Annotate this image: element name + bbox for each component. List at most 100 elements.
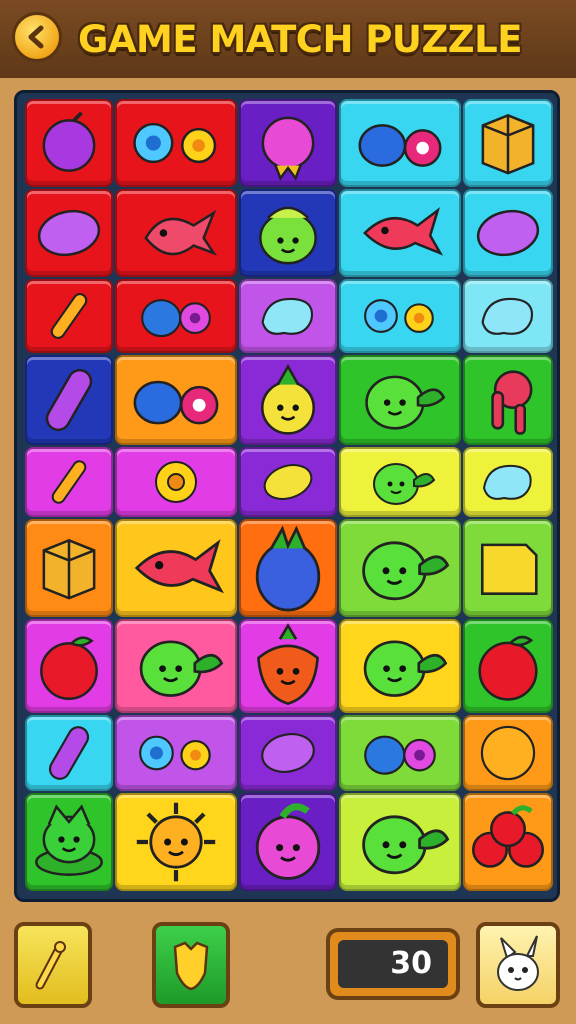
- tile-r6-c1[interactable]: [25, 519, 113, 617]
- leaf-blob-icon: [261, 297, 313, 335]
- tile-r6-c5[interactable]: [463, 519, 553, 617]
- score-display: 30: [326, 928, 460, 1000]
- capsule-icon: [48, 726, 90, 780]
- tile-r8-c4[interactable]: [339, 715, 461, 791]
- tile-r3-c5[interactable]: [463, 279, 553, 353]
- tile-r9-c3[interactable]: [239, 793, 337, 891]
- leaf-blob-icon: [482, 464, 532, 500]
- tile-r3-c4[interactable]: [339, 279, 461, 353]
- shuffle-button[interactable]: [152, 922, 230, 1008]
- fish-icon: [134, 539, 225, 594]
- berry-spiky-icon: [261, 116, 315, 181]
- bunny-icon: [497, 935, 539, 991]
- tile-r1-c3[interactable]: [239, 99, 337, 187]
- tile-r9-c5[interactable]: [463, 793, 553, 891]
- cherries-icon: [472, 805, 544, 868]
- fruit-pair-icon: [358, 124, 442, 167]
- bird-face-icon: [362, 815, 450, 875]
- hint-button[interactable]: [14, 922, 92, 1008]
- tile-r7-c1[interactable]: [25, 619, 113, 713]
- box-icon: [481, 543, 538, 595]
- tile-r5-c5[interactable]: [463, 447, 553, 517]
- tile-r2-c3[interactable]: [239, 189, 337, 277]
- tile-r8-c1[interactable]: [25, 715, 113, 791]
- flower-icon: [155, 461, 197, 503]
- score-value: 30: [338, 940, 448, 988]
- tile-r6-c3[interactable]: [239, 519, 337, 617]
- stick-icon: [51, 460, 87, 504]
- tile-r1-c5[interactable]: [463, 99, 553, 187]
- turnip-face-icon: [259, 206, 317, 265]
- pineapple-face-icon: [261, 363, 315, 435]
- crate-icon: [481, 113, 535, 175]
- flowers-pair-icon: [139, 735, 211, 771]
- tile-r3-c2[interactable]: [115, 279, 237, 353]
- back-arrow-icon: [28, 25, 44, 49]
- bird-face-icon: [373, 463, 436, 505]
- bird-face-icon: [139, 640, 224, 697]
- tile-r7-c3[interactable]: [239, 619, 337, 713]
- flowers-pair-icon: [133, 122, 217, 164]
- tile-r3-c1[interactable]: [25, 279, 113, 353]
- apple-icon: [40, 636, 98, 700]
- fruit-pair-icon: [133, 380, 219, 425]
- plum-icon: [42, 111, 96, 172]
- mascot-button[interactable]: [476, 922, 560, 1008]
- tile-r1-c4[interactable]: [339, 99, 461, 187]
- fruit-flower-icon: [141, 299, 211, 338]
- pineapple-icon: [255, 525, 321, 612]
- tile-r8-c2[interactable]: [115, 715, 237, 791]
- flowers-pair-icon: [364, 299, 434, 333]
- tile-r5-c3[interactable]: [239, 447, 337, 517]
- tile-r7-c4[interactable]: [339, 619, 461, 713]
- tile-r3-c3[interactable]: [239, 279, 337, 353]
- tile-r4-c4[interactable]: [339, 355, 461, 445]
- tile-r5-c4[interactable]: [339, 447, 461, 517]
- mushroom-icon: [491, 370, 533, 435]
- tile-r1-c2[interactable]: [115, 99, 237, 187]
- bird-face-icon: [365, 375, 446, 430]
- bean-icon: [261, 733, 315, 773]
- tile-r9-c4[interactable]: [339, 793, 461, 891]
- tile-r8-c5[interactable]: [463, 715, 553, 791]
- bean-icon: [37, 209, 101, 257]
- bean-icon: [476, 209, 540, 257]
- tile-r1-c1[interactable]: [25, 99, 113, 187]
- tile-r2-c2[interactable]: [115, 189, 237, 277]
- capsule-icon: [45, 368, 93, 432]
- page-title: GAME MATCH PUZZLE: [78, 18, 522, 61]
- tile-r9-c2[interactable]: [115, 793, 237, 891]
- tile-r4-c5[interactable]: [463, 355, 553, 445]
- magic-wand-icon: [35, 941, 66, 990]
- tile-r4-c1[interactable]: [25, 355, 113, 445]
- back-button[interactable]: [12, 12, 62, 62]
- bird-face-icon: [363, 640, 448, 697]
- tile-r2-c4[interactable]: [339, 189, 461, 277]
- fish-icon: [363, 207, 444, 256]
- apple-icon: [478, 635, 538, 701]
- tile-r6-c4[interactable]: [339, 519, 461, 617]
- tile-r5-c2[interactable]: [115, 447, 237, 517]
- tile-r7-c5[interactable]: [463, 619, 553, 713]
- tile-r5-c1[interactable]: [25, 447, 113, 517]
- header-bar: GAME MATCH PUZZLE: [0, 0, 576, 81]
- shield-icon: [173, 941, 209, 991]
- bird-face-icon: [362, 541, 450, 601]
- tile-r2-c1[interactable]: [25, 189, 113, 277]
- tile-r6-c2[interactable]: [115, 519, 237, 617]
- tile-r4-c3[interactable]: [239, 355, 337, 445]
- orange-icon: [480, 725, 536, 781]
- plum-face-icon: [255, 803, 321, 880]
- leaf-blob-icon: [481, 297, 533, 335]
- game-board: [14, 90, 560, 902]
- bush-face-icon: [35, 804, 103, 876]
- tile-r8-c3[interactable]: [239, 715, 337, 791]
- strawberry-face-icon: [257, 623, 319, 706]
- tile-r4-c2[interactable]: [115, 355, 237, 445]
- tile-r9-c1[interactable]: [25, 793, 113, 891]
- tile-r7-c2[interactable]: [115, 619, 237, 713]
- stick-icon: [50, 293, 88, 339]
- bird-fish-icon: [144, 209, 217, 256]
- fruit-flower-icon: [364, 735, 436, 775]
- tile-r2-c5[interactable]: [463, 189, 553, 277]
